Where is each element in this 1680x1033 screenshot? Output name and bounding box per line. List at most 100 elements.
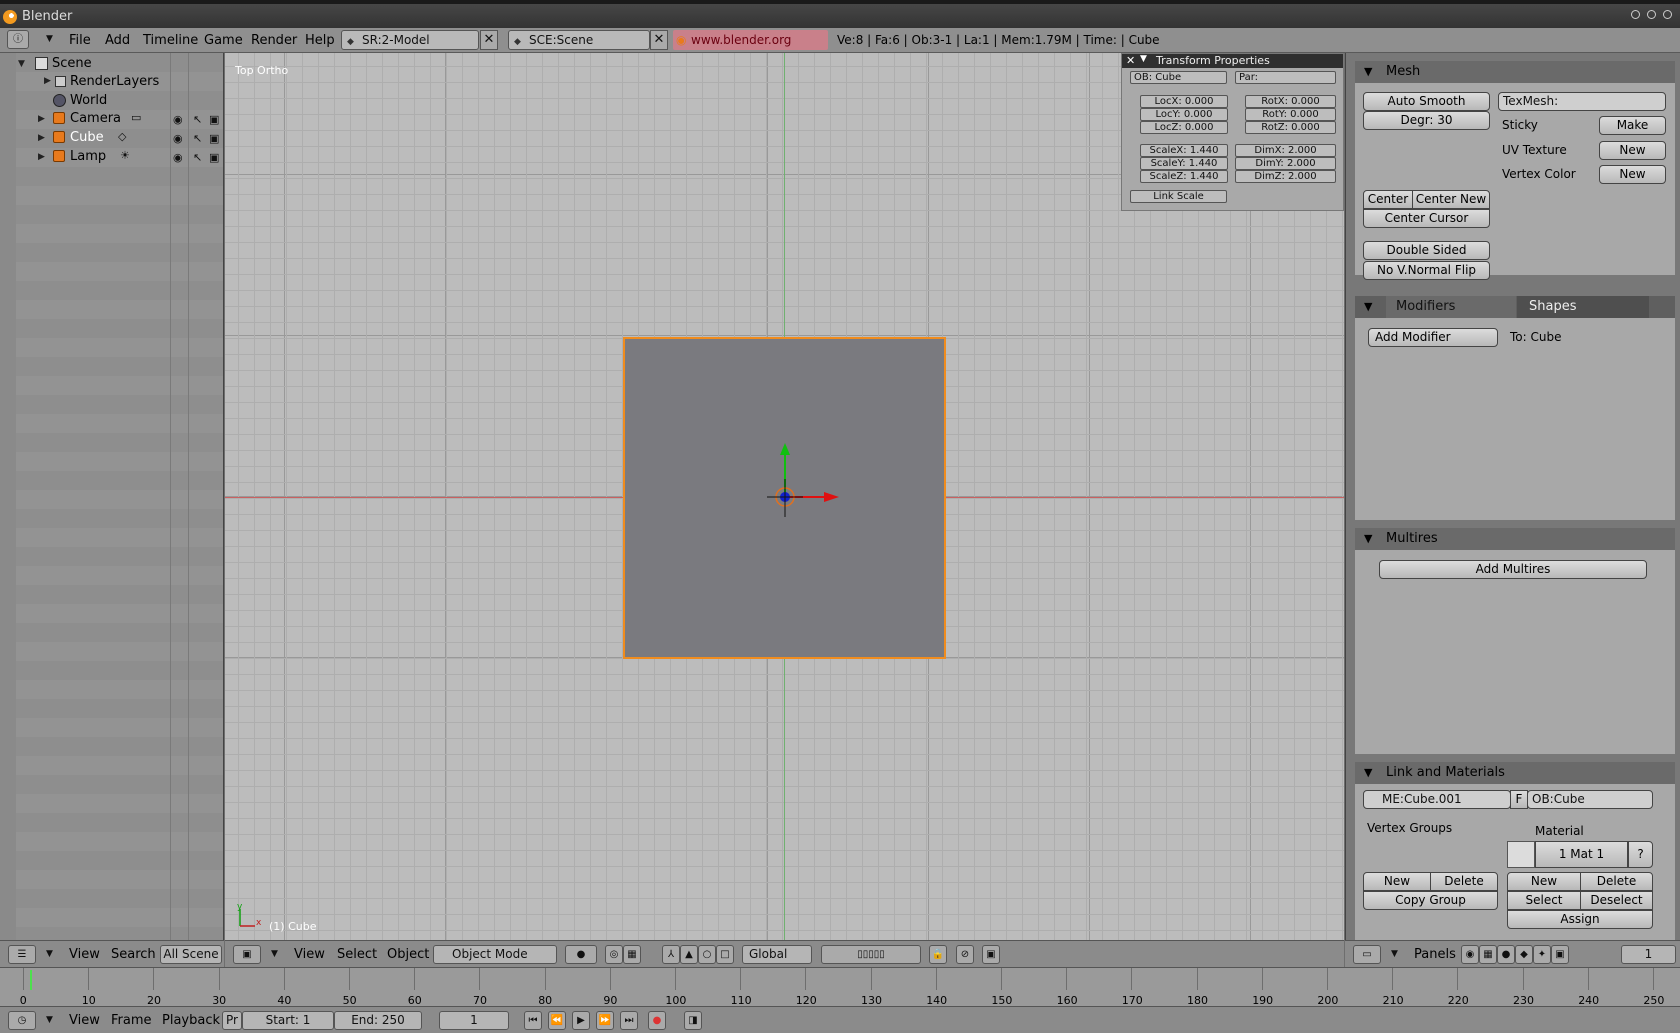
script-context-icon[interactable]: ▦ — [1479, 945, 1497, 964]
link-materials-panel-header[interactable]: ▼ Link and Materials — [1355, 762, 1675, 784]
vertex-group-new-button[interactable]: New — [1363, 872, 1431, 891]
outliner-item-lamp[interactable]: Lamp — [70, 149, 106, 164]
end-frame-field[interactable]: End: 250 — [334, 1011, 422, 1030]
double-sided-button[interactable]: Double Sided — [1363, 241, 1490, 260]
scalez-field[interactable]: ScaleZ: 1.440 — [1140, 170, 1228, 183]
rotz-field[interactable]: RotZ: 0.000 — [1245, 121, 1336, 134]
roty-field[interactable]: RotY: 0.000 — [1245, 108, 1336, 121]
degree-field[interactable]: Degr: 30 — [1363, 111, 1490, 130]
material-new-button[interactable]: New — [1507, 872, 1581, 891]
camera-visibility-icon[interactable]: ◉ — [173, 113, 183, 126]
render-image-icon[interactable]: ▣ — [982, 945, 1000, 964]
play-icon[interactable]: ▶ — [572, 1011, 590, 1030]
outliner-menu-collapse-icon[interactable]: ▼ — [46, 949, 53, 959]
cube-expand-icon[interactable]: ▶ — [38, 133, 45, 143]
camera-select-icon[interactable]: ↖ — [193, 113, 202, 126]
menu-help[interactable]: Help — [305, 33, 335, 48]
scene-selector[interactable]: ◆ SCE:Scene — [508, 30, 650, 50]
mesh-datablock-field[interactable]: ME:Cube.001 — [1363, 790, 1511, 809]
minimize-icon[interactable] — [1631, 10, 1640, 19]
menu-render[interactable]: Render — [251, 33, 297, 48]
pivot-icon[interactable]: ◎ — [605, 945, 623, 964]
sticky-make-button[interactable]: Make — [1599, 116, 1666, 135]
timeline-view-menu[interactable]: View — [69, 1013, 100, 1028]
cube-select-icon[interactable]: ↖ — [193, 132, 202, 145]
scene-expand-icon[interactable]: ▼ — [18, 59, 25, 69]
add-modifier-dropdown[interactable]: Add Modifier — [1368, 328, 1498, 347]
editing-context-icon[interactable]: ✦ — [1533, 945, 1551, 964]
fake-user-button[interactable]: F — [1510, 790, 1528, 809]
material-index-field[interactable]: 1 Mat 1 — [1535, 841, 1628, 868]
lamp-select-icon[interactable]: ↖ — [193, 151, 202, 164]
buttons-frame-field[interactable]: 1 — [1621, 945, 1676, 964]
blender-url[interactable]: ◉ www.blender.org 245.16 — [673, 30, 828, 67]
locx-field[interactable]: LocX: 0.000 — [1140, 95, 1228, 108]
lock-layers-icon[interactable]: 🔒 — [929, 945, 947, 964]
scalex-field[interactable]: ScaleX: 1.440 — [1140, 144, 1228, 157]
menu-file[interactable]: File — [69, 33, 91, 48]
timeline-frame-menu[interactable]: Frame — [111, 1013, 152, 1028]
logic-context-icon[interactable]: ◉ — [1461, 945, 1479, 964]
vertex-group-delete-button[interactable]: Delete — [1430, 872, 1498, 891]
shading-context-icon[interactable]: ● — [1497, 945, 1515, 964]
center-button[interactable]: Center — [1363, 190, 1413, 209]
outliner-search-menu[interactable]: Search — [111, 947, 156, 962]
locz-field[interactable]: LocZ: 0.000 — [1140, 121, 1228, 134]
menu-timeline[interactable]: Timeline — [143, 33, 198, 48]
locy-field[interactable]: LocY: 0.000 — [1140, 108, 1228, 121]
maximize-icon[interactable] — [1647, 10, 1656, 19]
material-delete-button[interactable]: Delete — [1580, 872, 1653, 891]
layer-buttons[interactable]: ▯▯▯▯▯ — [821, 945, 921, 964]
menu-game[interactable]: Game — [204, 33, 243, 48]
delete-scene-button[interactable]: ✕ — [650, 30, 668, 50]
outliner-item-camera[interactable]: Camera — [70, 111, 121, 126]
ob-name-field[interactable]: OB: Cube — [1130, 71, 1227, 84]
camera-render-icon[interactable]: ▣ — [209, 113, 219, 126]
delete-screen-button[interactable]: ✕ — [480, 30, 498, 50]
copy-group-button[interactable]: Copy Group — [1363, 891, 1498, 910]
menu-add[interactable]: Add — [105, 33, 130, 48]
tab-shapes[interactable]: Shapes — [1517, 296, 1649, 318]
manipulator-toggle-icon[interactable]: ⅄ — [662, 945, 680, 964]
render-preview-icon[interactable]: ⊘ — [956, 945, 974, 964]
close-panel-icon[interactable]: ✕ — [1126, 54, 1135, 67]
manipulator-translate-icon[interactable]: ▲ — [680, 945, 698, 964]
add-multires-button[interactable]: Add Multires — [1379, 560, 1647, 579]
3d-view-menu-collapse-icon[interactable]: ▼ — [271, 949, 278, 959]
translate-manipulator-icon[interactable] — [760, 413, 900, 553]
renderlayers-expand-icon[interactable]: ▶ — [44, 76, 51, 86]
outliner-item-scene[interactable]: Scene — [52, 56, 92, 71]
camera-expand-icon[interactable]: ▶ — [38, 114, 45, 124]
texmesh-field[interactable]: TexMesh: — [1498, 92, 1666, 111]
object-mode-selector[interactable]: Object Mode — [433, 945, 557, 964]
jump-end-icon[interactable]: ⏭ — [620, 1011, 638, 1030]
panels-menu[interactable]: Panels — [1414, 947, 1456, 962]
material-select-button[interactable]: Select — [1507, 891, 1581, 910]
lamp-expand-icon[interactable]: ▶ — [38, 152, 45, 162]
current-frame-field[interactable]: 1 — [439, 1011, 509, 1030]
dimx-field[interactable]: DimX: 2.000 — [1235, 144, 1336, 157]
lamp-render-icon[interactable]: ▣ — [209, 151, 219, 164]
scene-context-icon[interactable]: ▣ — [1551, 945, 1569, 964]
vertex-color-new-button[interactable]: New — [1599, 165, 1666, 184]
material-color-swatch[interactable] — [1507, 841, 1535, 868]
outliner-item-cube[interactable]: Cube — [70, 130, 104, 145]
record-icon[interactable]: ● — [648, 1011, 666, 1030]
3d-viewport[interactable]: Top Ortho y x (1) Cube Transform Propert… — [225, 53, 1344, 940]
prev-keyframe-icon[interactable]: ⏪ — [548, 1011, 566, 1030]
cube-render-icon[interactable]: ▣ — [209, 132, 219, 145]
close-icon[interactable] — [1663, 10, 1672, 19]
collapse-menu-icon[interactable]: ▼ — [46, 34, 53, 44]
3d-view-window-type-icon[interactable]: ▣ — [233, 945, 261, 964]
dimz-field[interactable]: DimZ: 2.000 — [1235, 170, 1336, 183]
center-new-button[interactable]: Center New — [1412, 190, 1490, 209]
outliner-display-selector[interactable]: All Scene — [160, 945, 222, 964]
lamp-visibility-icon[interactable]: ◉ — [173, 151, 183, 164]
outliner-window-type-icon[interactable]: ☰ — [8, 945, 36, 964]
manipulator-rotate-icon[interactable]: ○ — [698, 945, 716, 964]
scaley-field[interactable]: ScaleY: 1.440 — [1140, 157, 1228, 170]
3d-view-object-menu[interactable]: Object — [387, 947, 429, 962]
timeline-window-type-icon[interactable]: ◷ — [8, 1011, 36, 1030]
mesh-panel-header[interactable]: ▼ Mesh — [1355, 61, 1675, 83]
timeline-playback-menu[interactable]: Playback — [162, 1013, 220, 1028]
